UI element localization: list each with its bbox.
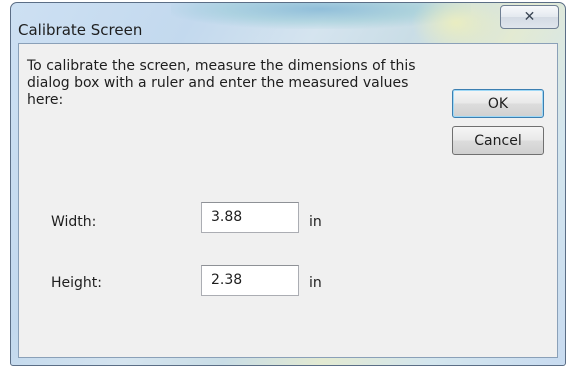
window-title: Calibrate Screen <box>18 21 143 39</box>
height-input[interactable]: 2.38 <box>201 265 299 296</box>
width-unit: in <box>309 214 322 230</box>
width-input[interactable]: 3.88 <box>201 202 299 233</box>
title-bar[interactable]: Calibrate Screen ✕ <box>11 3 565 43</box>
height-unit: in <box>309 275 322 291</box>
cancel-button[interactable]: Cancel <box>452 126 544 155</box>
title-bar-highlight-yellow <box>411 3 501 43</box>
ok-button[interactable]: OK <box>452 89 544 118</box>
close-button[interactable]: ✕ <box>500 5 559 29</box>
width-label: Width: <box>51 214 97 230</box>
height-label: Height: <box>51 275 102 291</box>
close-icon: ✕ <box>523 9 536 25</box>
dialog-client-area: To calibrate the screen, measure the dim… <box>18 43 558 358</box>
calibrate-screen-dialog: Calibrate Screen ✕ To calibrate the scre… <box>10 2 566 366</box>
instructions-text: To calibrate the screen, measure the dim… <box>27 58 416 108</box>
